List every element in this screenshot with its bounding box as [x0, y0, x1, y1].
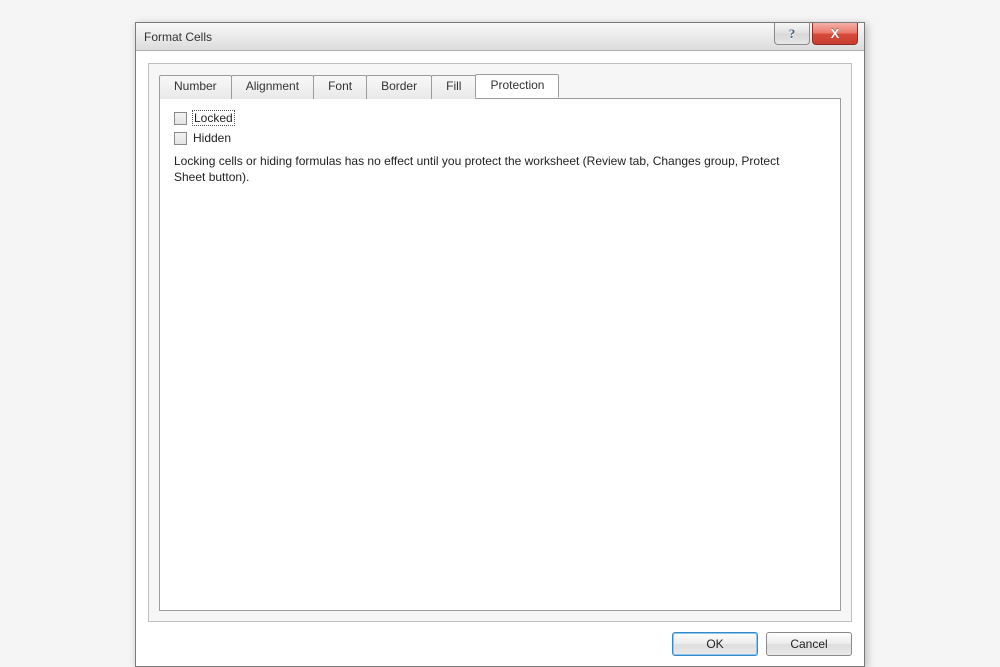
dialog-title: Format Cells	[144, 30, 212, 44]
help-button[interactable]: ?	[774, 23, 810, 45]
tab-font[interactable]: Font	[313, 75, 367, 99]
tab-label: Border	[381, 79, 417, 93]
hidden-label: Hidden	[193, 131, 231, 145]
window-controls: ? X	[774, 23, 864, 45]
protection-description: Locking cells or hiding formulas has no …	[174, 153, 814, 185]
close-icon: X	[831, 26, 840, 41]
hidden-row: Hidden	[174, 131, 826, 145]
tab-border[interactable]: Border	[366, 75, 432, 99]
cancel-button[interactable]: Cancel	[766, 632, 852, 656]
dialog-button-row: OK Cancel	[148, 632, 852, 656]
locked-checkbox[interactable]	[174, 112, 187, 125]
tab-fill[interactable]: Fill	[431, 75, 476, 99]
protection-panel: Locked Hidden Locking cells or hiding fo…	[159, 98, 841, 611]
tab-number[interactable]: Number	[159, 75, 232, 99]
locked-label: Locked	[193, 111, 234, 125]
locked-row: Locked	[174, 111, 826, 125]
button-label: Cancel	[790, 637, 827, 651]
content-frame: Number Alignment Font Border Fill Protec…	[148, 63, 852, 622]
close-button[interactable]: X	[812, 23, 858, 45]
button-label: OK	[706, 637, 723, 651]
tab-label: Alignment	[246, 79, 299, 93]
tab-alignment[interactable]: Alignment	[231, 75, 314, 99]
tab-row: Number Alignment Font Border Fill Protec…	[159, 74, 841, 98]
hidden-checkbox[interactable]	[174, 132, 187, 145]
help-icon: ?	[789, 26, 796, 42]
ok-button[interactable]: OK	[672, 632, 758, 656]
tab-label: Fill	[446, 79, 461, 93]
tab-label: Font	[328, 79, 352, 93]
tab-label: Number	[174, 79, 217, 93]
titlebar: Format Cells ? X	[136, 23, 864, 51]
dialog-body: Number Alignment Font Border Fill Protec…	[136, 51, 864, 666]
format-cells-dialog: Format Cells ? X Number Alignment Font B…	[135, 22, 865, 667]
tab-label: Protection	[490, 78, 544, 92]
tab-protection[interactable]: Protection	[475, 74, 559, 98]
